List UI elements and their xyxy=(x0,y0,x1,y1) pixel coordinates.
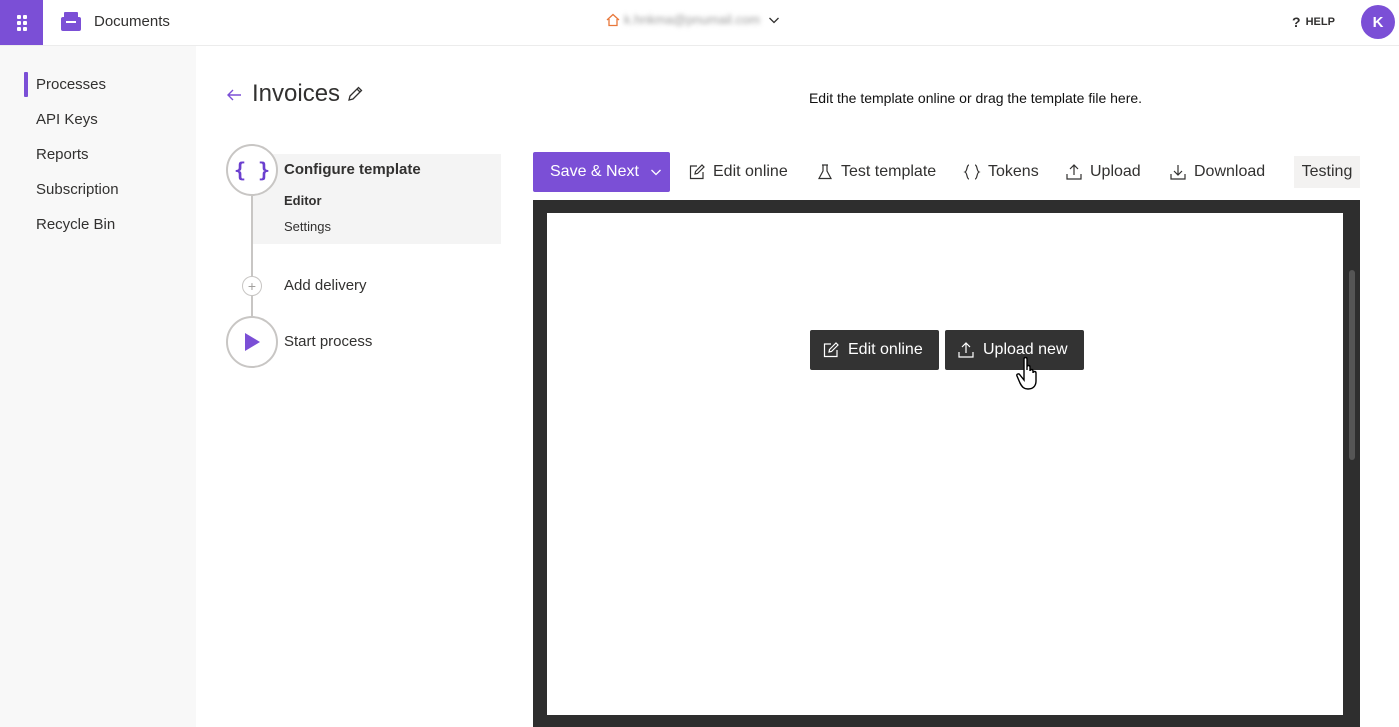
configure-template-step-circle[interactable]: { } xyxy=(226,144,278,196)
active-indicator xyxy=(24,72,28,97)
edit-online-label: Edit online xyxy=(713,163,788,180)
upload-icon xyxy=(1066,164,1082,180)
upload-label: Upload xyxy=(1090,163,1141,180)
editor-frame xyxy=(533,200,1360,727)
braces-icon: { } xyxy=(233,158,271,182)
substep-settings[interactable]: Settings xyxy=(284,219,331,234)
upload-icon xyxy=(958,342,974,358)
upload-new-button[interactable]: Upload new xyxy=(945,330,1084,370)
sidebar-item-subscription[interactable]: Subscription xyxy=(36,181,119,198)
plus-icon: + xyxy=(247,278,257,294)
save-options-dropdown[interactable] xyxy=(642,152,670,192)
sidebar-item-processes[interactable]: Processes xyxy=(36,76,106,93)
step-add-delivery[interactable]: Add delivery xyxy=(284,277,367,294)
template-drop-zone[interactable] xyxy=(547,213,1343,715)
sidebar-item-recycle-bin[interactable]: Recycle Bin xyxy=(36,216,115,233)
toolbar-test-template-button[interactable]: Test template xyxy=(816,162,936,182)
editor-scrollbar[interactable] xyxy=(1349,270,1355,460)
sidebar-item-reports[interactable]: Reports xyxy=(36,146,89,163)
add-delivery-plus-button[interactable]: + xyxy=(242,276,262,296)
stepper-line xyxy=(251,194,253,320)
account-email: k.hnkma@pnumail.com xyxy=(624,12,761,27)
start-process-step-circle[interactable] xyxy=(226,316,278,368)
toolbar-tokens-button[interactable]: Tokens xyxy=(963,162,1039,182)
sidebar-item-api-keys[interactable]: API Keys xyxy=(36,111,98,128)
top-bar: Documents k.hnkma@pnumail.com ? HELP K xyxy=(0,0,1399,46)
sidebar: Processes API Keys Reports Subscription … xyxy=(0,46,196,727)
editor-edit-online-button[interactable]: Edit online xyxy=(810,330,939,370)
upload-new-label: Upload new xyxy=(983,341,1068,358)
test-template-label: Test template xyxy=(841,163,937,180)
waffle-icon xyxy=(16,14,27,31)
avatar[interactable]: K xyxy=(1361,5,1395,39)
account-switcher[interactable]: k.hnkma@pnumail.com xyxy=(606,12,780,27)
page-title: Invoices xyxy=(252,80,341,107)
save-next-label: Save & Next xyxy=(550,163,639,180)
edit-online-label: Edit online xyxy=(848,341,923,358)
toolbar-download-button[interactable]: Download xyxy=(1169,162,1265,182)
play-icon xyxy=(245,333,260,351)
download-icon xyxy=(1170,165,1186,180)
testing-button[interactable]: Testing xyxy=(1294,156,1360,188)
toolbar-edit-online-button[interactable]: Edit online xyxy=(688,162,788,182)
step-configure-template[interactable]: Configure template xyxy=(284,161,421,178)
step-start-process[interactable]: Start process xyxy=(284,333,372,350)
tokens-label: Tokens xyxy=(988,163,1039,180)
back-arrow-icon[interactable] xyxy=(225,86,243,104)
help-button[interactable]: ? HELP xyxy=(1292,14,1335,30)
help-label: HELP xyxy=(1305,16,1335,28)
chevron-down-icon xyxy=(651,169,661,176)
home-icon xyxy=(606,13,620,26)
app-launcher-button[interactable] xyxy=(0,0,43,45)
question-icon: ? xyxy=(1292,14,1301,30)
app-title: Documents xyxy=(94,13,170,30)
substep-editor[interactable]: Editor xyxy=(284,193,322,208)
editor-hint-text: Edit the template online or drag the tem… xyxy=(808,90,1143,106)
documents-app-icon xyxy=(61,12,81,31)
download-label: Download xyxy=(1194,163,1266,180)
chevron-down-icon xyxy=(769,17,779,23)
toolbar-upload-button[interactable]: Upload xyxy=(1065,162,1141,182)
edit-title-pencil-icon[interactable] xyxy=(346,85,364,103)
edit-icon xyxy=(689,164,705,180)
save-next-button[interactable]: Save & Next xyxy=(533,152,670,192)
braces-icon xyxy=(963,164,981,180)
edit-icon xyxy=(823,342,839,358)
beaker-icon xyxy=(818,164,832,180)
